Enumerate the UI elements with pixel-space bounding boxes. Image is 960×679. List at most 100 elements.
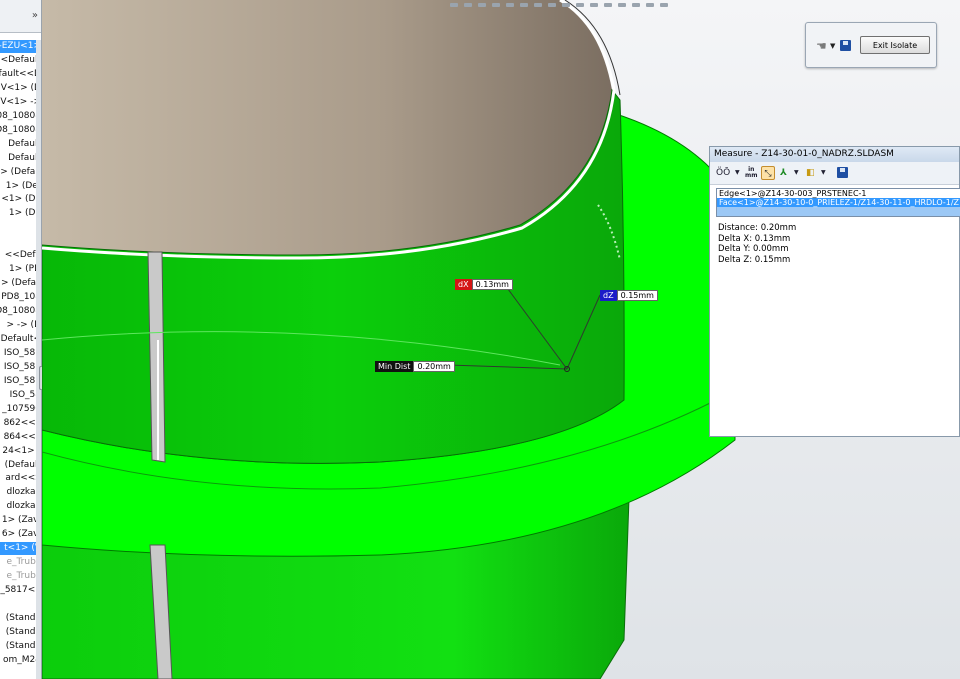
tree-node[interactable]: V<1> (D [0,82,41,95]
view-tool-icon[interactable] [646,3,654,7]
view-tool-icon[interactable] [632,3,640,7]
tree-node[interactable]: (Standa [0,626,41,639]
tree-node[interactable] [0,221,41,234]
tree-node-label: D8_10808 [0,306,41,317]
tree-node[interactable]: 1> (Zavi [0,514,41,527]
measure-results: Distance: 0.20mm Delta X: 0.13mm Delta Y… [718,223,796,265]
feature-manager-tree[interactable]: » ...Z14-30-01-0_NADRZ-EZU<1>Default<<De… [0,0,42,679]
delta-z-callout: dZ 0.15mm [600,290,658,301]
tree-node[interactable]: 1> (PD [0,263,41,276]
chevron-down-icon[interactable]: ▼ [735,166,740,180]
exit-isolate-button[interactable]: Exit Isolate [860,36,930,54]
view-tool-icon[interactable] [478,3,486,7]
tree-node[interactable]: 24<1> ( [0,445,41,458]
tree-scrollbar[interactable] [36,40,41,679]
tree-node[interactable]: e_Trubk [0,570,41,583]
view-tool-icon[interactable] [604,3,612,7]
xyz-relative-to-icon[interactable]: ⅄ [780,166,787,180]
min-dist-callout: Min Dist 0.20mm [375,361,455,372]
save-icon[interactable] [837,167,848,178]
selection-item[interactable]: Face<1>@Z14-30-10-0_PRIELEZ-1/Z14-30-11-… [717,198,960,207]
tree-node-label: Default<<Default [0,54,41,65]
min-dist-value: 0.20mm [413,361,455,372]
view-tool-icon[interactable] [506,3,514,7]
tree-node[interactable]: (Standa [0,612,41,625]
tree-node[interactable]: Default<<Default [0,54,41,67]
view-tool-icon[interactable] [590,3,598,7]
view-tool-icon[interactable] [618,3,626,7]
delta-x-value: 0.13mm [471,279,513,290]
tree-node[interactable]: Default< [0,333,41,346]
units-precision-button[interactable]: in mm [745,167,758,181]
tree-node[interactable]: _107596 [0,403,41,416]
tree-node[interactable]: <1> (De [0,193,41,206]
tree-node[interactable]: > -> (D [0,319,42,332]
selection-item[interactable]: Edge<1>@Z14-30-003_PRSTENEC-1 [717,189,960,198]
tree-node-label: ...Z14-30-01-0_NADRZ-EZU<1> [0,41,41,51]
collapse-tree-chevron-icon[interactable]: » [32,10,38,21]
tree-node[interactable]: PD8_108 [0,291,41,304]
tree-node[interactable]: ISO_581 [0,361,41,374]
tree-node[interactable]: dlozka I [0,500,41,513]
tree-node[interactable]: D8_10808 [0,305,41,318]
tree-node[interactable]: ISO_581 [0,347,41,360]
tree-node[interactable]: ard<<S [0,472,41,485]
tree-node[interactable]: dlozka I [0,486,41,499]
view-tool-icon[interactable] [464,3,472,7]
view-tool-icon[interactable] [548,3,556,7]
tree-node[interactable]: e_Trubk [0,556,41,569]
measure-dialog: Measure - Z14-30-01-0_NADRZ.SLDASM ÖŌ ▼ … [709,146,960,437]
delta-z-tag: dZ [600,290,617,301]
tree-node[interactable]: Default<<D [0,68,41,81]
tree-node[interactable]: 1> (Def [0,180,41,193]
tree-node[interactable]: > (Defac [0,277,41,290]
arc-circle-measurements-icon[interactable]: ÖŌ [716,166,730,180]
chevron-down-icon[interactable]: ▼ [794,166,799,180]
show-xyz-measurements-icon[interactable]: ⤡ [761,166,775,180]
selection-list[interactable]: Edge<1>@Z14-30-003_PRSTENEC-1 Face<1>@Z1… [716,188,960,217]
view-tool-icon[interactable] [520,3,528,7]
tree-node[interactable]: t<1> (V [0,542,41,556]
tree-node[interactable]: (Standa [0,640,41,653]
chevron-down-icon[interactable]: ▼ [830,42,835,50]
chevron-down-icon[interactable]: ▼ [821,166,826,180]
measure-dialog-title[interactable]: Measure - Z14-30-01-0_NADRZ.SLDASM [710,147,959,162]
tree-node[interactable] [0,235,41,248]
view-tool-icon[interactable] [534,3,542,7]
heads-up-toolbar[interactable] [450,0,674,7]
view-tool-icon[interactable] [450,3,458,7]
save-icon[interactable] [840,40,851,51]
tree-node[interactable]: _5817<1 [0,584,41,597]
tree-node[interactable]: 6> (Zavl [0,528,41,541]
tree-node[interactable]: 864<<F [0,431,41,444]
tree-node[interactable] [0,598,41,611]
view-tool-icon[interactable] [660,3,668,7]
tree-node[interactable]: 08_10808 [0,110,41,123]
tree-node[interactable]: ISO_581 [0,375,41,388]
cylinder-inner-wall [42,0,612,255]
tree-node[interactable]: D8_10808 [0,124,41,137]
view-tool-icon[interactable] [576,3,584,7]
tree-node[interactable]: ...Z14-30-01-0_NADRZ-EZU<1> [0,40,41,53]
tree-node[interactable]: Default [0,152,41,165]
view-tool-icon[interactable] [492,3,500,7]
tree-header: » [0,0,41,33]
display-style-hand-icon[interactable]: ☚ [816,39,827,53]
view-tool-icon[interactable] [562,3,570,7]
tree-node-label: D8_10808 [0,124,41,135]
tree-node[interactable]: <<Defa [0,249,41,262]
tree-node[interactable]: Default [0,138,41,151]
result-delta-y: Delta Y: 0.00mm [718,244,789,254]
tree-node[interactable]: 862<<F [0,417,41,430]
tree-node[interactable]: (Default [0,459,41,472]
create-sensor-icon[interactable]: ◧ [806,166,815,180]
tree-node[interactable]: 1> (De [0,207,41,220]
selection-empty-slot[interactable] [717,207,960,216]
tree-node[interactable]: V<1> -> [0,96,41,109]
tree-node-label: Default< [0,333,41,344]
result-delta-z: Delta Z: 0.15mm [718,254,791,265]
tree-node[interactable]: -> (Defau [0,166,41,179]
delta-z-value: 0.15mm [616,290,658,301]
tree-node[interactable]: om_M24 [0,654,41,667]
tree-node[interactable]: ISO_58 [0,389,41,402]
